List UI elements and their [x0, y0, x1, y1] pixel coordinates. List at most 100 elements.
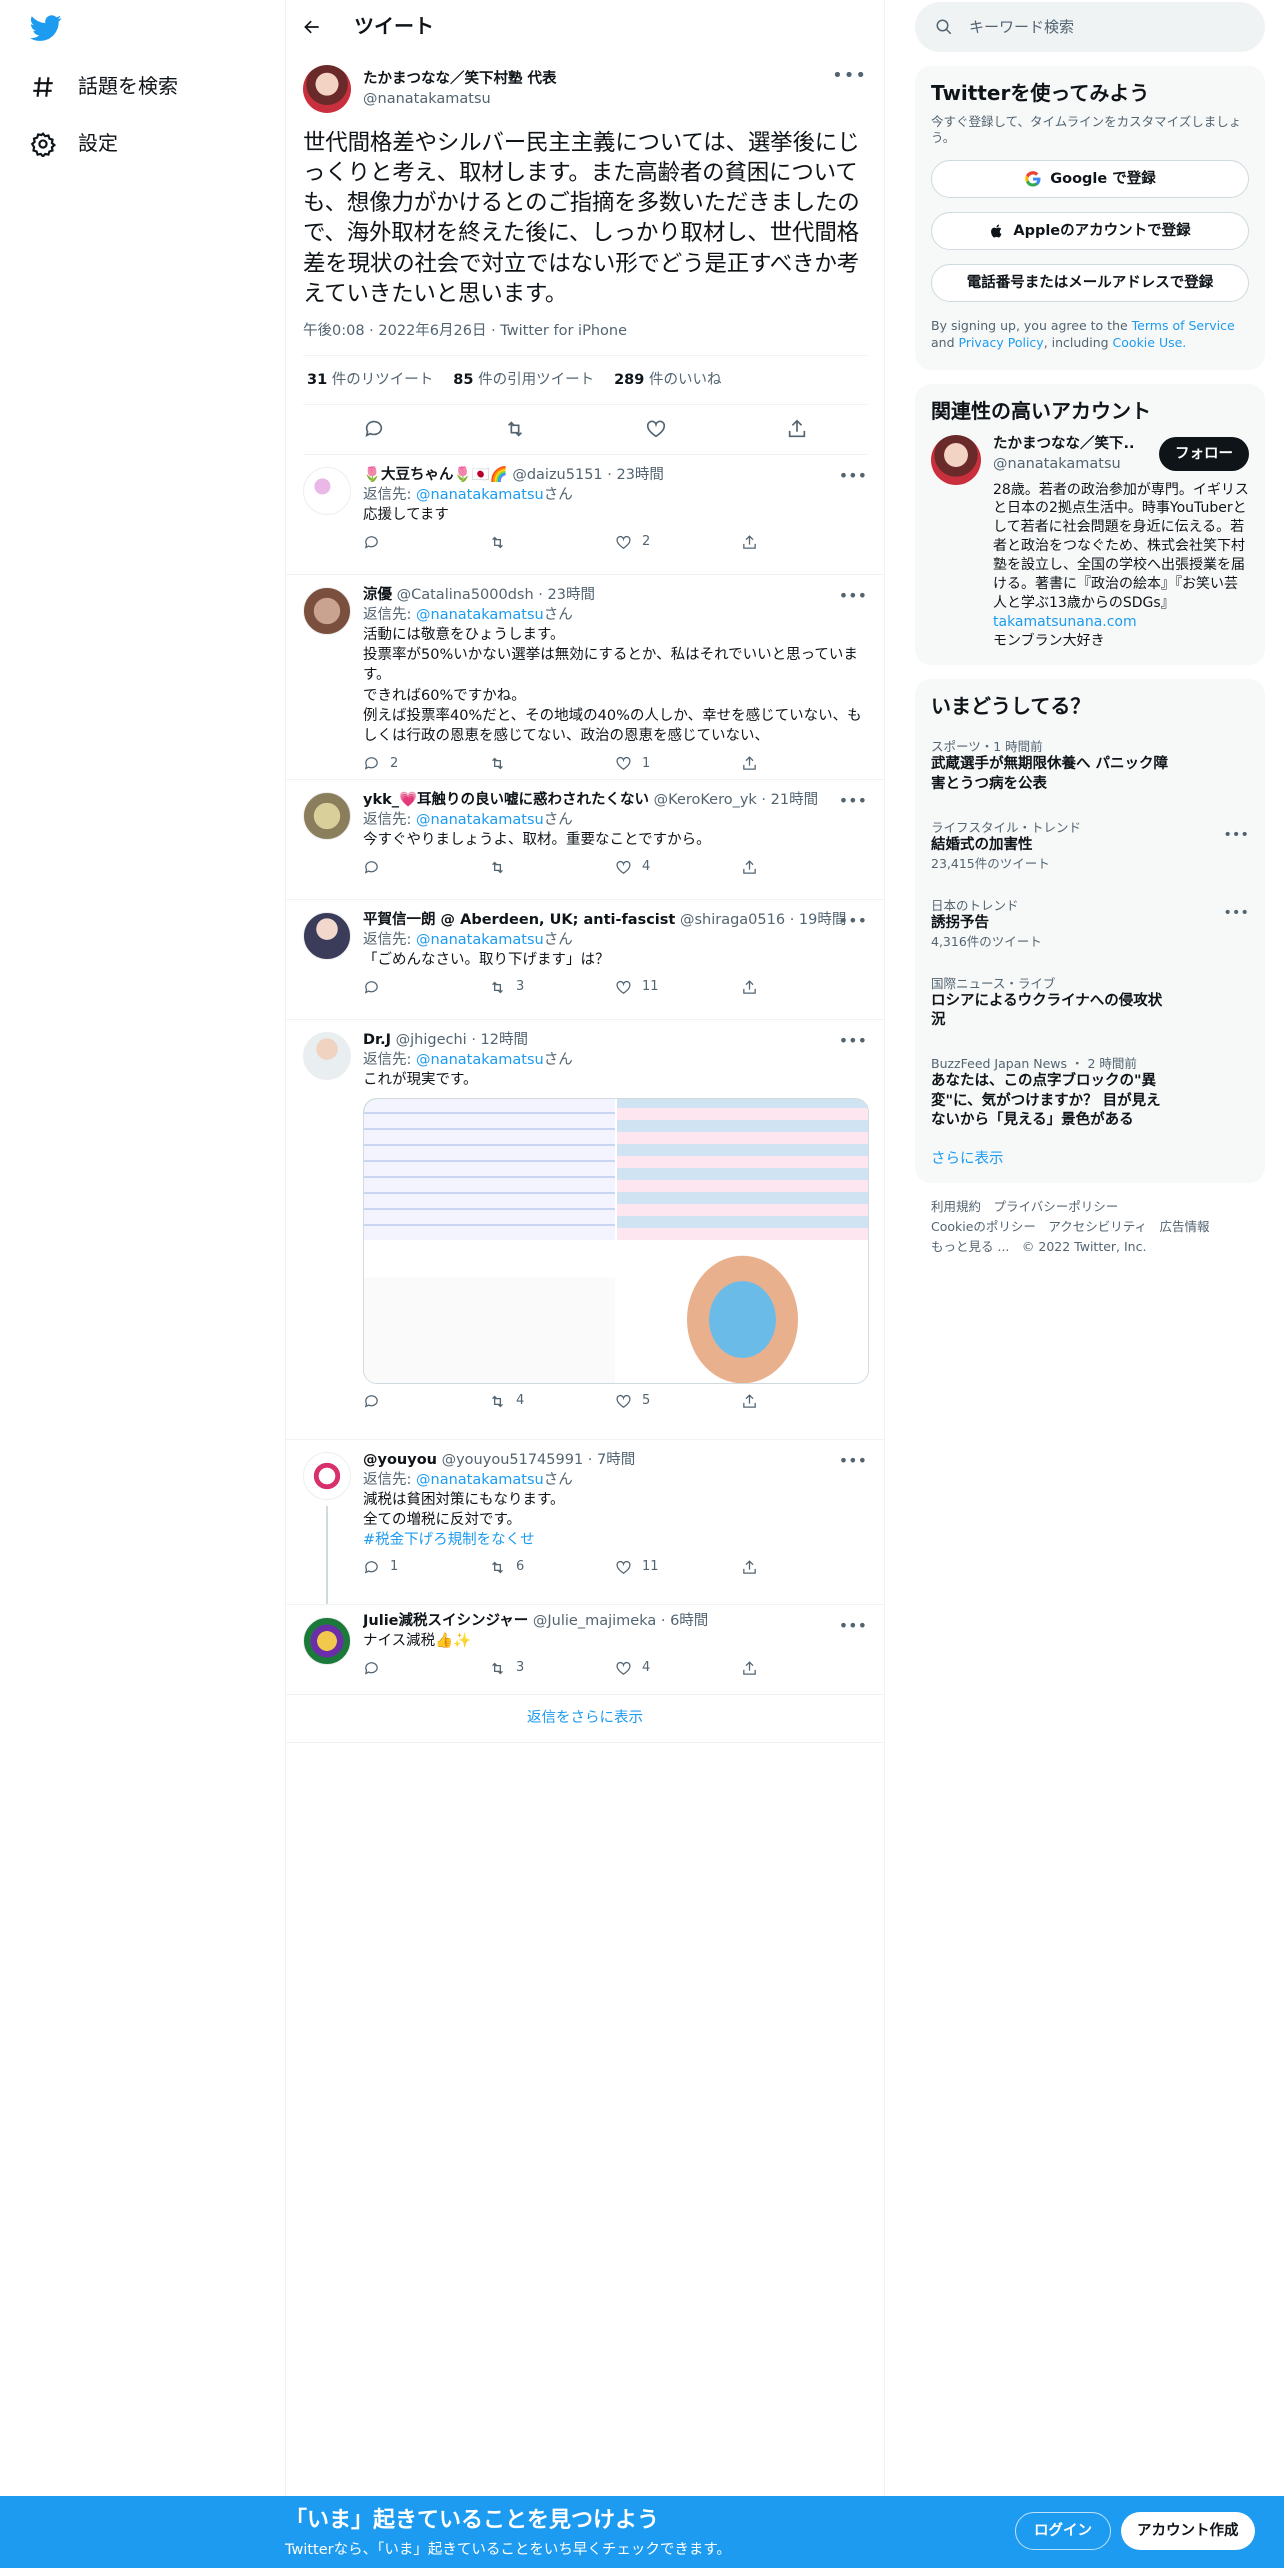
attached-image[interactable] [364, 1099, 615, 1241]
reply-to-link[interactable]: @nanatakamatsu [416, 1472, 544, 1488]
reply-icon[interactable] [363, 418, 385, 440]
more-icon[interactable]: ••• [839, 585, 867, 607]
like-icon[interactable] [645, 418, 667, 440]
search-input[interactable]: キーワード検索 [969, 17, 1074, 38]
trend-item[interactable]: ライフスタイル・トレンド 結婚式の加害性 23,415件のツイート ••• [931, 807, 1249, 885]
tweet-time[interactable]: 午後0:08 [303, 323, 365, 339]
reply-time[interactable]: 23時間 [616, 467, 663, 483]
share-button[interactable] [741, 1559, 867, 1576]
reply-to-link[interactable]: @nanatakamatsu [416, 812, 544, 828]
reply-author-name[interactable]: 🌷大豆ちゃん🌷🇯🇵🌈 [363, 467, 508, 483]
share-button[interactable] [741, 534, 867, 551]
reply-to-link[interactable]: @nanatakamatsu [416, 1052, 544, 1068]
author-name[interactable]: たかまつなな／笑下村塾 代表 [363, 69, 557, 89]
cookie-link[interactable]: Cookie Use. [1113, 335, 1187, 350]
phone-email-signup-button[interactable]: 電話番号またはメールアドレスで登録 [931, 264, 1249, 303]
avatar[interactable] [931, 435, 981, 486]
author-handle[interactable]: @nanatakamatsu [363, 89, 557, 109]
attached-image[interactable] [364, 1242, 615, 1384]
retweet-button[interactable] [489, 534, 615, 551]
reply-button[interactable] [363, 1660, 489, 1677]
reply-tweet[interactable]: ••• Dr.J @jhigechi · 12時間 返信先: @nanatakama… [286, 1020, 884, 1440]
avatar[interactable] [303, 1451, 351, 1500]
reply-author-name[interactable]: 涼優 [363, 587, 392, 603]
reply-author-name[interactable]: Julie減税スイシンジャー [363, 1613, 528, 1629]
privacy-link[interactable]: Privacy Policy [959, 335, 1044, 350]
avatar[interactable] [303, 1616, 351, 1665]
share-icon[interactable] [786, 418, 808, 440]
related-link[interactable]: takamatsunana.com [993, 614, 1137, 630]
twitter-logo-icon[interactable] [30, 12, 70, 44]
show-more-replies-link[interactable]: 返信をさらに表示 [286, 1695, 884, 1743]
apple-signup-button[interactable]: Appleのアカウントで登録 [931, 212, 1249, 251]
more-icon[interactable]: ••• [839, 1450, 867, 1472]
reply-button[interactable] [363, 1393, 489, 1410]
share-button[interactable] [741, 755, 867, 772]
footer-line-3[interactable]: もっと見る ... © 2022 Twitter, Inc. [931, 1237, 1249, 1257]
reply-tweet[interactable]: ••• 涼優 @Catalina5000dsh · 23時間 返信先: @nanat… [286, 575, 884, 780]
nav-settings[interactable]: 設定 [30, 124, 118, 164]
more-icon[interactable]: ••• [839, 910, 867, 932]
reply-author-name[interactable]: Dr.J [363, 1032, 391, 1048]
tos-link[interactable]: Terms of Service [1132, 318, 1235, 333]
reply-time[interactable]: 7時間 [597, 1452, 635, 1468]
quote-count[interactable]: 85 件の引用ツイート [453, 370, 594, 390]
reply-author-handle[interactable]: @youyou51745991 [442, 1452, 584, 1468]
avatar[interactable] [303, 466, 351, 515]
avatar[interactable] [303, 1031, 351, 1080]
retweet-button[interactable]: 4 [489, 1392, 615, 1410]
share-button[interactable] [741, 979, 867, 996]
attached-image[interactable] [617, 1242, 868, 1384]
related-name[interactable]: たかまつなな／笑下... [993, 435, 1133, 455]
reply-button[interactable]: 2 [363, 755, 489, 773]
like-button[interactable]: 4 [615, 858, 741, 876]
reply-author-handle[interactable]: @shiraga0516 [680, 912, 785, 928]
more-icon[interactable]: ••• [839, 790, 867, 812]
reply-to-link[interactable]: @nanatakamatsu [416, 932, 544, 948]
like-button[interactable]: 1 [615, 755, 741, 773]
avatar[interactable] [303, 65, 351, 113]
more-icon[interactable]: ••• [1223, 903, 1249, 923]
like-button[interactable]: 11 [615, 1558, 741, 1576]
signup-button[interactable]: アカウント作成 [1121, 2512, 1255, 2550]
reply-author-handle[interactable]: @KeroKero_yk [654, 792, 757, 808]
retweet-button[interactable]: 3 [489, 978, 615, 996]
reply-button[interactable] [363, 979, 489, 996]
reply-author-handle[interactable]: @Julie_majimeka [533, 1613, 656, 1629]
follow-button[interactable]: フォロー [1159, 437, 1249, 472]
like-count[interactable]: 289 件のいいね [614, 370, 721, 390]
reply-to-link[interactable]: @nanatakamatsu [416, 607, 544, 623]
reply-author-handle[interactable]: @jhigechi [396, 1032, 467, 1048]
reply-tweet[interactable]: ••• ykk_💗耳触りの良い嘘に惑わされたくない @KeroKero_yk · … [286, 780, 884, 900]
reply-time[interactable]: 6時間 [670, 1613, 708, 1629]
retweet-button[interactable] [489, 755, 615, 772]
reply-tweet[interactable]: ••• 🌷大豆ちゃん🌷🇯🇵🌈 @daizu5151 · 23時間 返信先: @nan… [286, 455, 884, 575]
retweet-button[interactable]: 6 [489, 1558, 615, 1576]
attached-image[interactable] [617, 1099, 868, 1241]
trend-item[interactable]: BuzzFeed Japan News ・ 2 時間前 あなたは、この点字ブロッ… [931, 1043, 1249, 1143]
nav-explore[interactable]: 話題を検索 [30, 67, 178, 107]
reply-author-name[interactable]: 平賀信一朗 @ Aberdeen, UK; anti-fascist [363, 912, 675, 928]
reply-author-name[interactable]: @youyou [363, 1452, 437, 1468]
reply-tweet[interactable]: ••• @youyou @youyou51745991 · 7時間 返信先: @na… [286, 1440, 884, 1605]
reply-image-grid[interactable] [363, 1098, 869, 1385]
back-arrow-icon[interactable] [302, 17, 322, 37]
retweet-count[interactable]: 31 件のリツイート [307, 370, 433, 390]
avatar[interactable] [303, 791, 351, 840]
google-signup-button[interactable]: Google で登録 [931, 160, 1249, 199]
share-button[interactable] [741, 1393, 867, 1410]
reply-time[interactable]: 12時間 [481, 1032, 528, 1048]
more-icon[interactable]: ••• [832, 64, 867, 89]
like-button[interactable]: 5 [615, 1392, 741, 1410]
reply-time[interactable]: 23時間 [548, 587, 595, 603]
reply-to-link[interactable]: @nanatakamatsu [416, 487, 544, 503]
reply-author-handle[interactable]: @daizu5151 [512, 467, 602, 483]
related-account[interactable]: たかまつなな／笑下... @nanatakamatsu 28歳。若者の政治参加が… [931, 435, 1249, 650]
reply-button[interactable] [363, 859, 489, 876]
like-button[interactable]: 2 [615, 533, 741, 551]
like-button[interactable]: 11 [615, 978, 741, 996]
footer-line-1[interactable]: 利用規約 プライバシーポリシー [931, 1197, 1249, 1217]
trend-item[interactable]: 日本のトレンド 誘拐予告 4,316件のツイート ••• [931, 885, 1249, 963]
retweet-button[interactable]: 3 [489, 1659, 615, 1677]
reply-button[interactable] [363, 534, 489, 551]
